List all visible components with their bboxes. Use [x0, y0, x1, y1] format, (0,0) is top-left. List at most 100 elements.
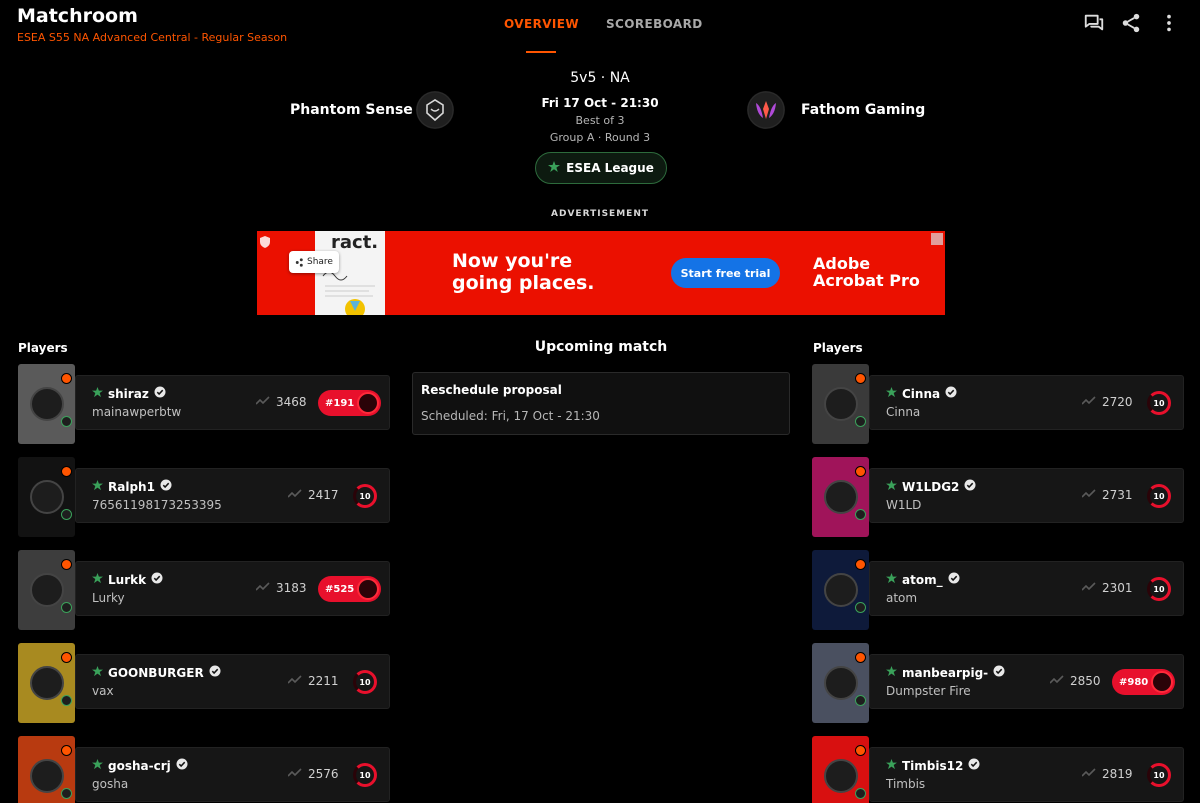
player-row[interactable]: Lurkk Lurky 3183 #525	[18, 550, 390, 630]
esea-star-icon	[548, 160, 561, 176]
rank-value: #525	[325, 583, 355, 595]
elo-value: 2720	[1102, 395, 1133, 409]
ad-banner[interactable]: ract. Share Now you're going places. Sta…	[257, 231, 945, 315]
elo-display: 3183	[255, 581, 307, 595]
avatar	[824, 387, 858, 421]
player-info[interactable]: W1LDG2 W1LD 2731 10	[869, 468, 1184, 523]
skill-level-value: 10	[359, 491, 371, 501]
player-subname: Lurky	[92, 591, 125, 605]
player-nickname[interactable]: W1LDG2	[902, 480, 959, 494]
player-info[interactable]: shiraz mainawperbtw 3468 #191	[75, 375, 390, 430]
player-row[interactable]: shiraz mainawperbtw 3468 #191	[18, 364, 390, 444]
share-icon[interactable]	[1120, 12, 1142, 34]
player-nickname[interactable]: Lurkk	[108, 573, 146, 587]
skill-level-badge[interactable]: 10	[1147, 391, 1171, 415]
elo-display: 2576	[287, 767, 339, 781]
player-name-line: atom_	[886, 572, 960, 587]
competition-link[interactable]: ESEA S55 NA Advanced Central - Regular S…	[17, 31, 287, 44]
player-row[interactable]: gosha-crj gosha 2576 10	[18, 736, 390, 803]
elo-display: 2417	[287, 488, 339, 502]
ad-close-icon[interactable]	[931, 233, 943, 245]
team-right-logo[interactable]	[747, 91, 785, 129]
player-info[interactable]: Cinna Cinna 2720 10	[869, 375, 1184, 430]
player-info[interactable]: GOONBURGER vax 2211 10	[75, 654, 390, 709]
player-avatar-card[interactable]	[18, 550, 75, 630]
player-row[interactable]: W1LDG2 W1LD 2731 10	[812, 457, 1184, 537]
player-nickname[interactable]: Ralph1	[108, 480, 155, 494]
league-badge[interactable]: ESEA League	[535, 152, 667, 184]
skill-level-value: 10	[1153, 584, 1165, 594]
player-name-line: shiraz	[92, 386, 166, 401]
reschedule-card[interactable]: Reschedule proposal Scheduled: Fri, 17 O…	[412, 372, 790, 435]
skill-level-badge[interactable]: 10	[1147, 577, 1171, 601]
ad-choices-icon[interactable]	[259, 233, 271, 248]
player-info[interactable]: Timbis12 Timbis 2819 10	[869, 747, 1184, 802]
esea-star-icon	[92, 665, 103, 680]
player-info[interactable]: manbearpig- Dumpster Fire 2850 #980	[869, 654, 1184, 709]
team-left-logo[interactable]	[416, 91, 454, 129]
premium-badge-icon	[61, 373, 72, 384]
player-nickname[interactable]: manbearpig-	[902, 666, 988, 680]
player-avatar-card[interactable]	[18, 643, 75, 723]
elo-value: 2731	[1102, 488, 1133, 502]
esea-star-icon	[886, 758, 897, 773]
player-avatar-card[interactable]	[812, 643, 869, 723]
player-avatar-card[interactable]	[812, 550, 869, 630]
premium-badge-icon	[855, 466, 866, 477]
player-avatar-card[interactable]	[18, 736, 75, 803]
rank-badge[interactable]: #191	[318, 390, 381, 416]
ad-brand: Adobe Acrobat Pro	[813, 254, 920, 290]
skill-level-badge[interactable]: 10	[353, 484, 377, 508]
premium-badge-icon	[61, 652, 72, 663]
player-avatar-card[interactable]	[18, 364, 75, 444]
player-info[interactable]: gosha-crj gosha 2576 10	[75, 747, 390, 802]
shield-icon	[61, 509, 72, 520]
player-name-line: Ralph1	[92, 479, 172, 494]
elo-display: 2819	[1081, 767, 1133, 781]
skill-level-badge[interactable]: 10	[353, 763, 377, 787]
team-left-name[interactable]: Phantom Sense	[290, 102, 413, 118]
shield-icon	[61, 788, 72, 799]
premium-badge-icon	[855, 373, 866, 384]
avatar	[824, 666, 858, 700]
ad-share-icon	[295, 257, 303, 267]
tab-scoreboard[interactable]: SCOREBOARD	[606, 17, 703, 31]
player-nickname[interactable]: shiraz	[108, 387, 149, 401]
player-avatar-card[interactable]	[812, 457, 869, 537]
player-row[interactable]: Timbis12 Timbis 2819 10	[812, 736, 1184, 803]
shield-icon	[61, 416, 72, 427]
more-vertical-icon[interactable]	[1158, 12, 1180, 34]
tab-overview[interactable]: OVERVIEW	[504, 17, 579, 31]
skill-level-badge[interactable]: 10	[1147, 484, 1171, 508]
player-subname: gosha	[92, 777, 129, 791]
elo-value: 2301	[1102, 581, 1133, 595]
rank-badge[interactable]: #525	[318, 576, 381, 602]
player-row[interactable]: Cinna Cinna 2720 10	[812, 364, 1184, 444]
player-nickname[interactable]: gosha-crj	[108, 759, 171, 773]
player-nickname[interactable]: atom_	[902, 573, 943, 587]
skill-level-badge[interactable]: 10	[353, 670, 377, 694]
top-header: Matchroom ESEA S55 NA Advanced Central -…	[0, 0, 1200, 56]
skill-level-value: 10	[1153, 770, 1165, 780]
chat-icon[interactable]	[1083, 12, 1105, 34]
player-info[interactable]: Ralph1 76561198173253395 2417 10	[75, 468, 390, 523]
ad-cta-button[interactable]: Start free trial	[671, 258, 780, 288]
player-avatar-card[interactable]	[812, 364, 869, 444]
player-avatar-card[interactable]	[18, 457, 75, 537]
team-right-name[interactable]: Fathom Gaming	[801, 102, 925, 118]
player-info[interactable]: atom_ atom 2301 10	[869, 561, 1184, 616]
player-row[interactable]: atom_ atom 2301 10	[812, 550, 1184, 630]
rank-badge[interactable]: #980	[1112, 669, 1175, 695]
verified-icon	[948, 572, 960, 587]
player-nickname[interactable]: Cinna	[902, 387, 940, 401]
elo-trend-icon	[1081, 767, 1096, 781]
player-nickname[interactable]: GOONBURGER	[108, 666, 204, 680]
player-row[interactable]: Ralph1 76561198173253395 2417 10	[18, 457, 390, 537]
player-row[interactable]: manbearpig- Dumpster Fire 2850 #980	[812, 643, 1184, 723]
player-avatar-card[interactable]	[812, 736, 869, 803]
player-info[interactable]: Lurkk Lurky 3183 #525	[75, 561, 390, 616]
player-row[interactable]: GOONBURGER vax 2211 10	[18, 643, 390, 723]
player-nickname[interactable]: Timbis12	[902, 759, 963, 773]
skill-level-badge[interactable]: 10	[1147, 763, 1171, 787]
elo-trend-icon	[287, 488, 302, 502]
